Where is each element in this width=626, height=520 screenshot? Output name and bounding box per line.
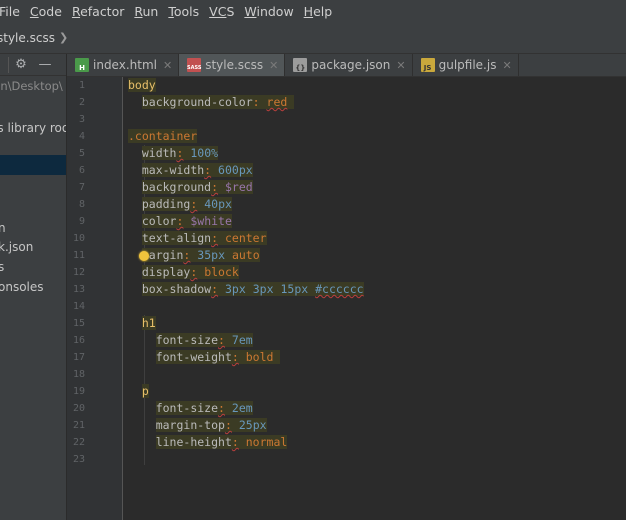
tab-style-scss[interactable]: SASS style.scss ✕ bbox=[179, 54, 286, 76]
line-number: 16 bbox=[72, 335, 85, 346]
code-line-4: .container bbox=[128, 129, 198, 143]
tab-gulpfile-js[interactable]: JS gulpfile.js ✕ bbox=[413, 54, 519, 76]
sidebar-item-scratches[interactable]: onsoles bbox=[0, 280, 44, 294]
code-line-6: max-width: 600px bbox=[141, 163, 253, 177]
menu-bar: File Code Refactor Run Tools VCS Window … bbox=[0, 0, 626, 22]
tab-index-html[interactable]: H index.html ✕ bbox=[67, 54, 180, 76]
chevron-right-icon: ❯ bbox=[58, 31, 69, 44]
line-number: 22 bbox=[72, 437, 85, 448]
html-file-icon: H bbox=[75, 58, 89, 72]
line-number: 23 bbox=[72, 454, 85, 465]
sidebar-item-1[interactable]: n bbox=[0, 221, 6, 235]
code-line-21: margin-top: 25px bbox=[155, 418, 267, 432]
line-number: 18 bbox=[72, 369, 85, 380]
project-root-path[interactable]: gon\Desktop\ bbox=[0, 79, 66, 93]
js-file-icon: JS bbox=[420, 58, 435, 72]
line-number: 6 bbox=[78, 165, 85, 176]
code-line-8: padding: 40px bbox=[141, 197, 232, 211]
gear-icon[interactable]: ⚙ bbox=[11, 55, 31, 75]
line-number: 17 bbox=[72, 352, 85, 363]
line-number: 13 bbox=[72, 284, 85, 295]
line-number: 2 bbox=[78, 97, 85, 108]
menu-code[interactable]: Code bbox=[25, 4, 67, 19]
sidebar-item-external-libraries[interactable]: es library roo bbox=[0, 121, 66, 135]
menu-run[interactable]: Run bbox=[129, 4, 163, 19]
line-number: 11 bbox=[72, 250, 85, 261]
sidebar-item-selected[interactable] bbox=[0, 155, 66, 175]
code-line-19: p bbox=[141, 384, 149, 398]
code-line-2: background-color: red bbox=[128, 94, 295, 111]
line-number: 8 bbox=[78, 199, 85, 210]
close-icon[interactable]: ✕ bbox=[163, 59, 172, 72]
code-line-20: font-size: 2em bbox=[155, 401, 253, 415]
menu-tools[interactable]: Tools bbox=[163, 4, 204, 19]
code-line-10: text-align: center bbox=[141, 231, 267, 245]
lightbulb-icon[interactable] bbox=[139, 251, 149, 261]
breadcrumb-file[interactable]: style.scss bbox=[0, 31, 55, 45]
code-line-12: display: block bbox=[141, 265, 239, 279]
menu-window[interactable]: Window bbox=[239, 4, 298, 19]
code-line-17: font-weight: bold bbox=[128, 349, 281, 366]
code-editor[interactable]: body background-color: red .container wi… bbox=[123, 77, 626, 520]
code-line-13: box-shadow: 3px 3px 15px #cccccc bbox=[141, 282, 364, 296]
sidebar-item-2[interactable]: k.json bbox=[0, 240, 33, 254]
line-number: 19 bbox=[72, 386, 85, 397]
tab-label: package.json bbox=[311, 58, 391, 72]
line-number: 5 bbox=[78, 148, 85, 159]
editor-tabs: H index.html ✕ SASS style.scss ✕ {} pack… bbox=[67, 54, 626, 77]
tab-label: index.html bbox=[93, 58, 157, 72]
code-line-15: h1 bbox=[141, 316, 156, 330]
menu-help[interactable]: Help bbox=[299, 4, 338, 19]
close-icon[interactable]: ✕ bbox=[502, 59, 511, 72]
line-number: 3 bbox=[78, 114, 85, 125]
close-icon[interactable]: ✕ bbox=[396, 59, 405, 72]
line-number: 20 bbox=[72, 403, 85, 414]
line-number: 14 bbox=[72, 301, 85, 312]
tab-label: style.scss bbox=[205, 58, 264, 72]
line-number: 4 bbox=[78, 131, 85, 142]
hide-icon[interactable]: — bbox=[35, 55, 55, 75]
line-number: 21 bbox=[72, 420, 85, 431]
line-number: 10 bbox=[72, 233, 85, 244]
code-line-7: background: $red bbox=[141, 180, 253, 194]
project-toolbar: ⚙ — bbox=[0, 54, 66, 76]
sidebar-item-3[interactable]: s bbox=[0, 260, 4, 274]
code-line-1: body bbox=[128, 78, 156, 92]
menu-vcs[interactable]: VCS bbox=[204, 4, 239, 19]
menu-refactor[interactable]: Refactor bbox=[67, 4, 129, 19]
editor-gutter[interactable]: 1 2 3 4 5 6 7 8 9 10 11 12 13 14 15 16 1… bbox=[67, 77, 123, 520]
close-icon[interactable]: ✕ bbox=[269, 59, 278, 72]
line-number: 1 bbox=[78, 80, 85, 91]
scss-file-icon: SASS bbox=[187, 58, 201, 72]
toolbar-divider bbox=[8, 56, 9, 73]
code-line-16: font-size: 7em bbox=[155, 333, 253, 347]
line-number: 15 bbox=[72, 318, 85, 329]
code-line-5: width: 100% bbox=[141, 146, 219, 160]
code-line-22: line-height: normal bbox=[155, 435, 288, 449]
line-number: 7 bbox=[78, 182, 85, 193]
tab-package-json[interactable]: {} package.json ✕ bbox=[285, 54, 413, 76]
navigation-bar: style.scss ❯ bbox=[0, 22, 626, 54]
json-file-icon: {} bbox=[293, 58, 308, 72]
line-number: 12 bbox=[72, 267, 85, 278]
menu-file[interactable]: File bbox=[0, 4, 25, 19]
project-tool-window: ⚙ — gon\Desktop\ es library roo n k.json… bbox=[0, 54, 67, 520]
tab-label: gulpfile.js bbox=[438, 58, 497, 72]
line-number: 9 bbox=[78, 216, 85, 227]
code-line-9: color: $white bbox=[141, 214, 232, 228]
